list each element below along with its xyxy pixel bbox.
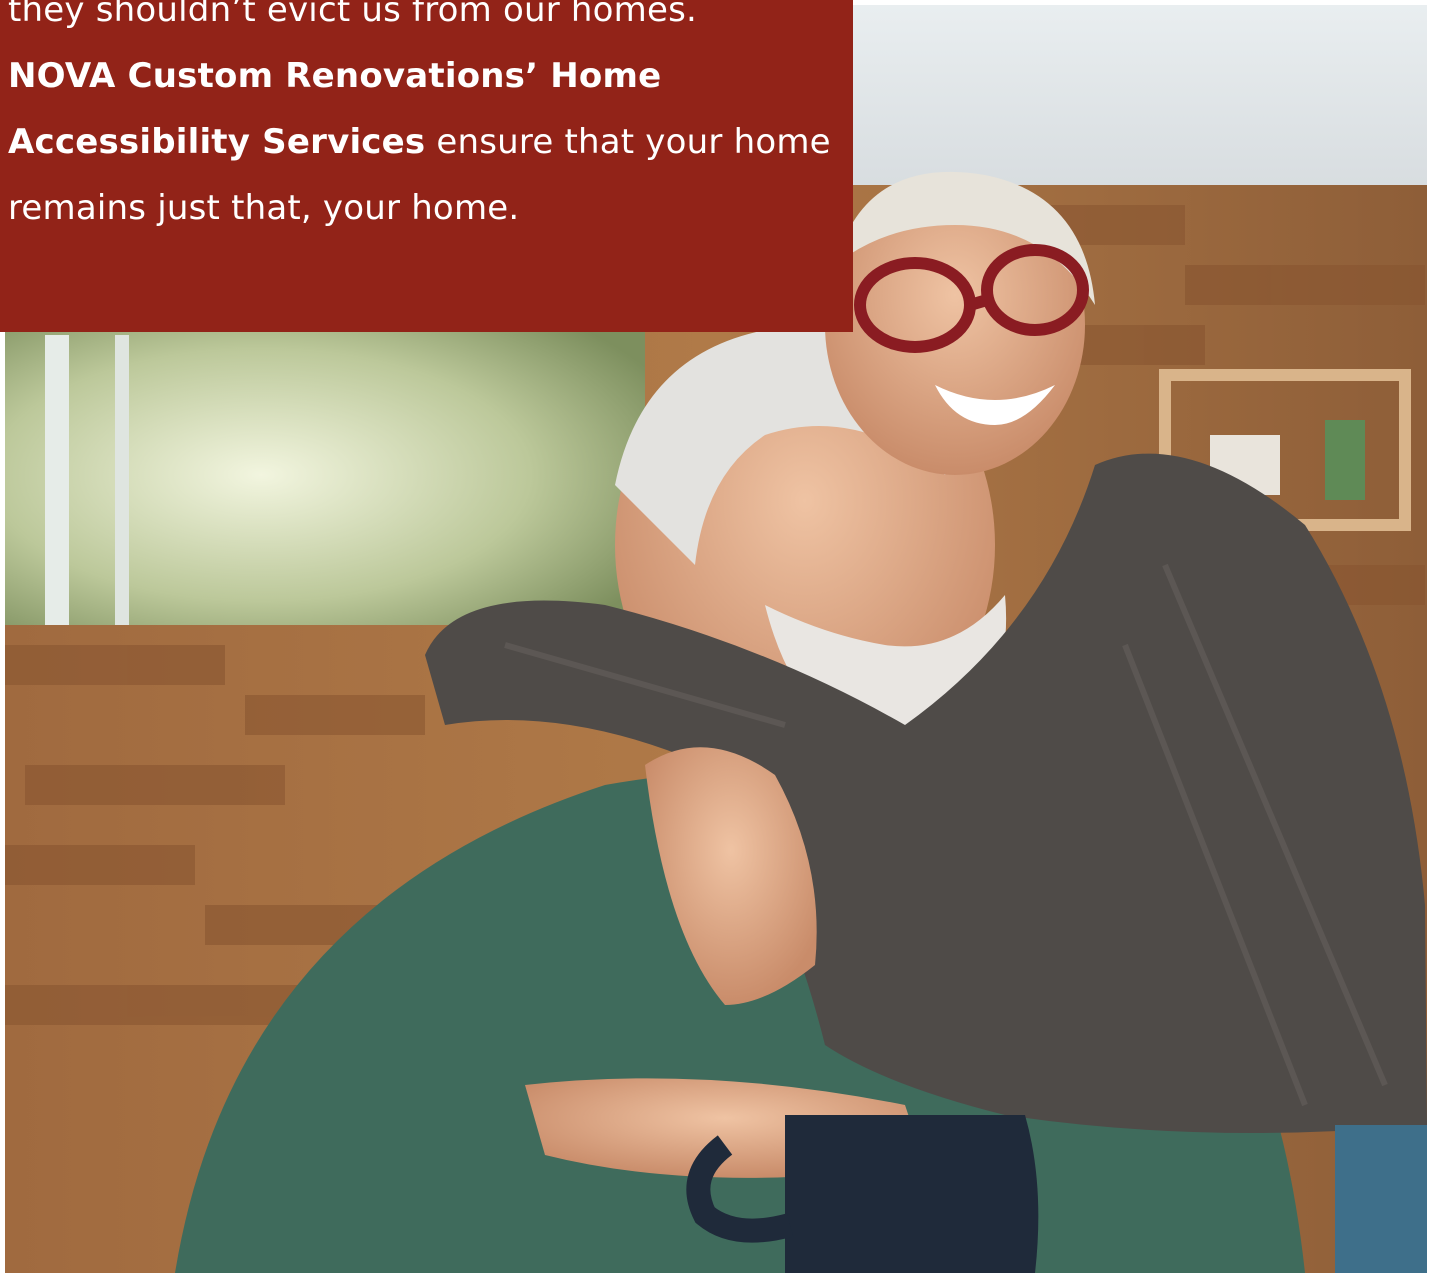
intro-text-card: they shouldn’t evict us from our homes. N… (0, 0, 853, 332)
intro-paragraph: they shouldn’t evict us from our homes. N… (8, 0, 848, 241)
intro-line-partial: they shouldn’t evict us from our homes. (8, 0, 698, 30)
